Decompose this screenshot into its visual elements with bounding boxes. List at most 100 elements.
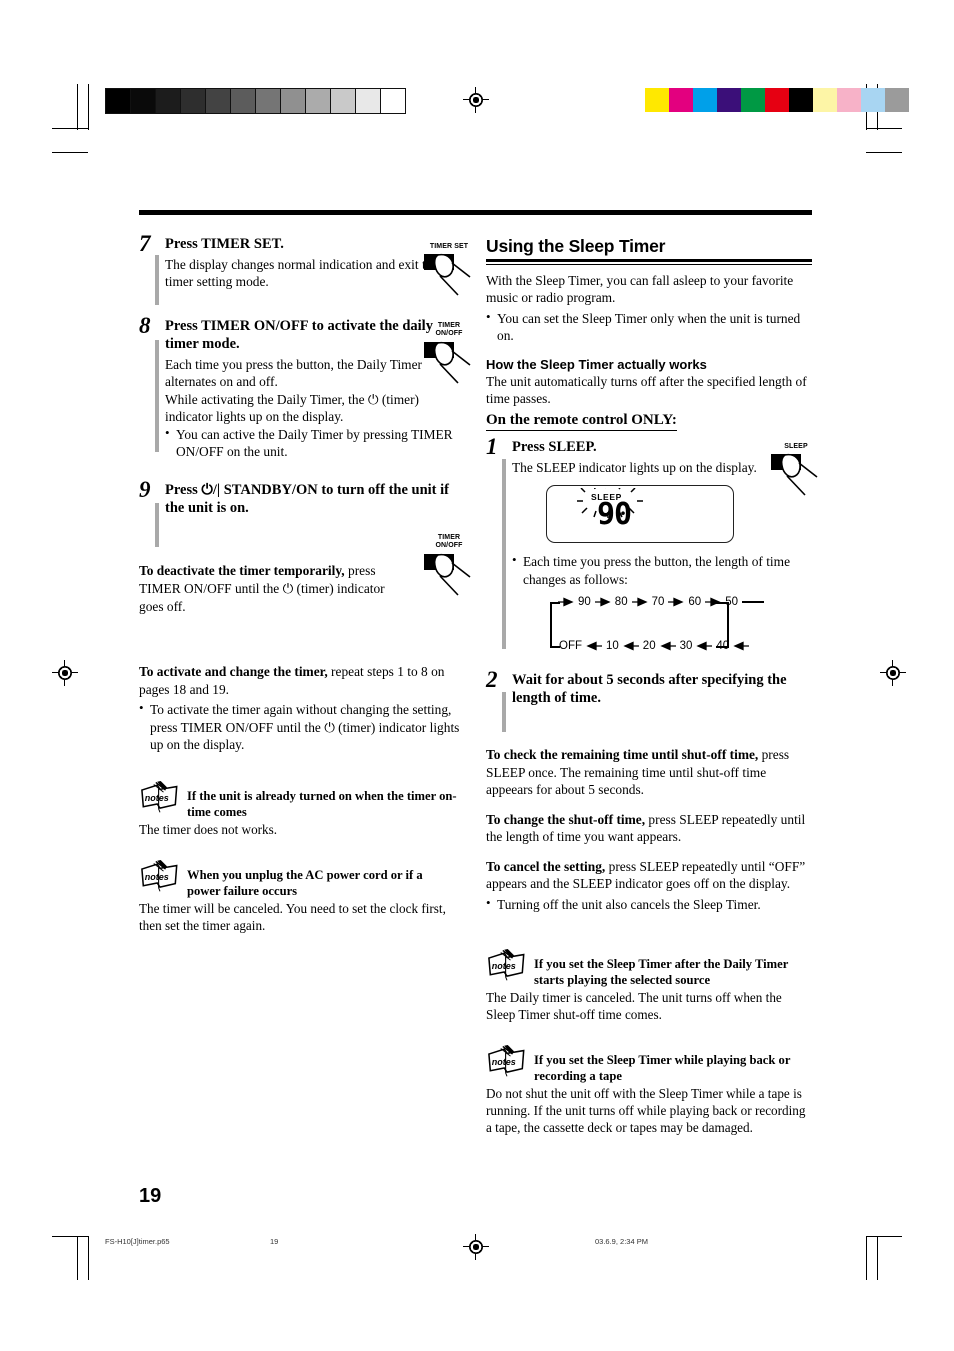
gray-swatch-6 [255, 88, 281, 114]
deactivate-timer-paragraph: To deactivate the timer temporarily, pre… [139, 562, 397, 615]
seq-bottom-value-1: 10 [606, 639, 619, 652]
crop-mark-bottom-right-vertical-2 [877, 1236, 878, 1280]
sleep-timer-intro: With the Sleep Timer, you can fall aslee… [486, 272, 794, 306]
color-swatch-10 [885, 88, 909, 112]
color-swatch-3 [717, 88, 741, 112]
step-9: 9 Press ⏻/| STANDBY/ON to turn off the u… [139, 478, 469, 548]
notes-icon: notes [486, 949, 528, 981]
footer-page-number: 19 [270, 1237, 279, 1246]
crop-mark-top-left-horizontal [52, 128, 88, 129]
check-remaining-time-paragraph: To check the remaining time until shut-o… [486, 746, 812, 799]
button-illustration-timer-onoff-step8: TIMER ON/OFF [418, 322, 480, 385]
seq-top-value-2: 70 [651, 595, 665, 608]
finger-press-icon [418, 551, 480, 597]
sleep-time-sequence-diagram: 90 80 70 60 50 OFF 10 20 30 40 [550, 596, 764, 660]
seq-top-tail-line [741, 601, 764, 603]
gray-swatch-2 [155, 88, 181, 114]
note-timer-already-on: notes If the unit is already turned on w… [139, 781, 469, 838]
on-remote-control-only-heading: On the remote control ONLY: [486, 412, 677, 431]
cancel-setting-paragraph: To cancel the setting, press SLEEP repea… [486, 858, 812, 893]
section-title-using-sleep-timer: Using the Sleep Timer [486, 236, 666, 256]
gray-swatch-7 [280, 88, 306, 114]
note-sleep-while-tape-heading: If you set the Sleep Timer while playing… [534, 1053, 791, 1083]
note-unplug-power-heading: When you unplug the AC power cord or if … [187, 868, 423, 898]
color-swatch-9 [861, 88, 885, 112]
change-shutoff-time-lead: To change the shut-off time, [486, 811, 646, 827]
page-top-rule [139, 210, 812, 215]
finger-press-icon [765, 451, 827, 497]
crop-mark-top-right-horizontal [866, 128, 902, 129]
note-timer-already-on-body: The timer does not works. [139, 822, 278, 838]
sleep-step-1-bullets: Each time you press the button, the leng… [512, 552, 812, 588]
note-sleep-after-daily-timer-body: The Daily timer is canceled. The unit tu… [486, 989, 782, 1023]
seq-arrow-bottom-entry [733, 641, 750, 651]
step-7-side-rule [155, 255, 159, 305]
display-panel: SLEEP 90 [546, 485, 734, 544]
button-illustration-timer-set-label: TIMER SET [429, 243, 469, 250]
note-sleep-while-tape-body: Do not shut the unit off with the Sleep … [486, 1085, 806, 1136]
sleep-step-1-number: 1 [486, 433, 498, 459]
seq-row-bottom: OFF 10 20 30 40 [558, 639, 750, 652]
seq-arrow-top-3 [705, 597, 721, 607]
seq-arrow-top-1 [631, 597, 648, 607]
activate-change-bullets: To activate the timer again without chan… [139, 700, 469, 753]
gray-swatch-1 [130, 88, 156, 114]
button-illustration-sleep: SLEEP [765, 443, 827, 497]
activate-change-bullet-1: To activate the timer again without chan… [139, 700, 469, 753]
how-sleep-timer-works-body: The unit automatically turns off after t… [486, 373, 807, 407]
registration-target-left [52, 660, 78, 686]
grayscale-step-wedge [105, 88, 406, 114]
note-sleep-after-daily-timer: notes If you set the Sleep Timer after t… [486, 949, 812, 1023]
page-number: 19 [139, 1185, 162, 1207]
crop-mark-bottom-left-vertical-2 [77, 1236, 78, 1280]
crop-mark-bottom-right-horizontal [866, 1236, 902, 1237]
sleep-step-2-title: Wait for about 5 seconds after specifyin… [512, 671, 787, 706]
crop-mark-top-left-horizontal-2 [52, 152, 88, 153]
step-9-title: Press ⏻/| STANDBY/ON to turn off the uni… [165, 482, 449, 517]
crop-mark-bottom-right-vertical [866, 1236, 867, 1280]
sleep-step-2: 2 Wait for about 5 seconds after specify… [486, 668, 812, 732]
deactivate-timer-lead: To deactivate the timer temporarily, [139, 563, 345, 579]
step-9-number: 9 [139, 477, 151, 503]
crop-mark-top-left-vertical [88, 84, 89, 130]
seq-bracket-left [550, 601, 552, 648]
color-swatch-7 [813, 88, 837, 112]
step-8-bullet-1: You can active the Daily Timer by pressi… [165, 425, 469, 461]
button-illustration-timer-onoff-deactivate-label-line2: ON/OFF [435, 542, 463, 550]
cancel-setting-lead: To cancel the setting, [486, 858, 606, 874]
step-9-side-rule [155, 503, 159, 548]
sleep-step-2-side-rule [502, 691, 506, 732]
section-title-rules [486, 259, 812, 265]
sleep-step-1: 1 Press SLEEP. The SLEEP indicator light… [486, 435, 812, 660]
crop-mark-bottom-left-horizontal [52, 1236, 88, 1237]
gray-swatch-11 [380, 88, 406, 114]
crop-mark-bottom-left-vertical [88, 1236, 89, 1280]
seq-arrow-bottom-2 [659, 641, 676, 651]
button-illustration-timer-onoff-deactivate-label-line1: TIMER [437, 534, 461, 541]
crop-mark-top-right-horizontal-2 [866, 152, 902, 153]
gray-swatch-3 [180, 88, 206, 114]
color-swatch-5 [765, 88, 789, 112]
color-swatch-8 [837, 88, 861, 112]
sleep-step-1-side-rule [502, 458, 506, 649]
seq-top-value-1: 80 [614, 595, 628, 608]
gray-swatch-4 [205, 88, 231, 114]
notes-icon: notes [139, 781, 181, 813]
seq-arrow-bottom-0 [586, 641, 602, 651]
color-bar-strip [645, 88, 909, 112]
button-illustration-timer-onoff-deactivate: TIMER ON/OFF [418, 534, 480, 597]
seq-arrow-bottom-1 [623, 641, 639, 651]
note-timer-already-on-heading: If the unit is already turned on when th… [187, 789, 457, 819]
seq-top-value-3: 60 [688, 595, 702, 608]
footer-filename: FS-H10[J]timer.p65 [105, 1237, 170, 1246]
step-8-bullets: You can active the Daily Timer by pressi… [165, 425, 469, 461]
note-sleep-while-tape: notes If you set the Sleep Timer while p… [486, 1045, 812, 1136]
seq-arrow-entry [558, 597, 574, 607]
finger-press-icon [418, 339, 480, 385]
seq-top-value-4: 50 [725, 595, 738, 608]
note-sleep-after-daily-timer-heading: If you set the Sleep Timer after the Dai… [534, 957, 789, 987]
step-7-number: 7 [139, 231, 151, 256]
seq-arrow-top-0 [594, 597, 611, 607]
seq-row-top: 90 80 70 60 50 [558, 596, 764, 608]
step-8-body-2: While activating the Daily Timer, the ⏻ … [165, 391, 420, 425]
